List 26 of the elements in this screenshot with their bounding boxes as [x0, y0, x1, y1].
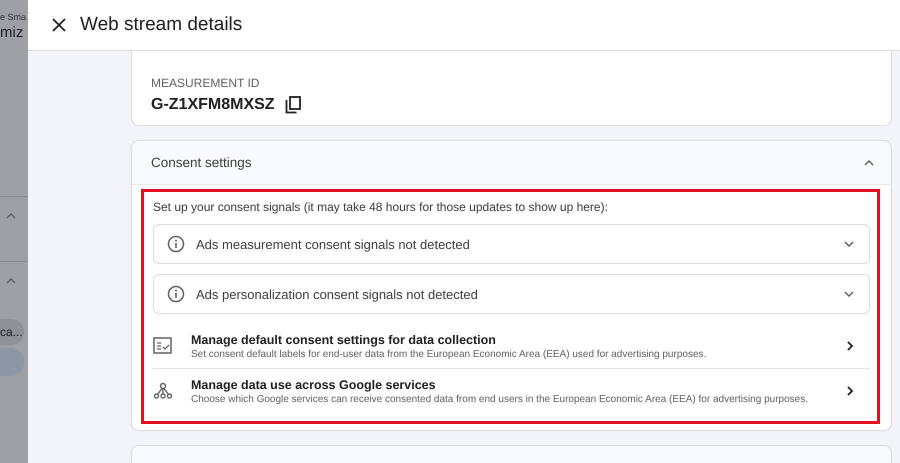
- consent-signal-row[interactable]: Ads personalization consent signals not detected: [153, 274, 870, 314]
- field-label: MEASUREMENT ID: [151, 76, 260, 90]
- link-description: Set consent default labels for end-user data from the European Economic Area (EEA) used for advertising purposes.: [191, 348, 708, 360]
- checklist-icon: [153, 337, 173, 355]
- close-icon: [52, 18, 66, 32]
- settings-link-row[interactable]: Manage data use across Google services Choose which Google services can receive consented data from end users in the European Economic Area (EEA) for advertising purposes.: [153, 369, 870, 413]
- consent-header[interactable]: Consent settings: [132, 141, 891, 185]
- nav-item[interactable]: ca...: [0, 319, 24, 345]
- settings-link-row[interactable]: Manage default consent settings for data collection Set consent default labels for end-user data from the European Economic Area (EEA) used for advertising purposes.: [153, 324, 870, 369]
- page-title: miz: [0, 24, 24, 41]
- section-title: Consent settings: [151, 155, 253, 170]
- copy-icon[interactable]: [284, 96, 301, 114]
- signal-label: Ads measurement consent signals not detected: [196, 236, 471, 252]
- link-title: Manage default consent settings for data collection: [191, 332, 497, 346]
- consent-signal-row[interactable]: Ads measurement consent signals not detected: [153, 224, 870, 264]
- page-text: e Sma: [0, 12, 26, 22]
- measurement-id: G-Z1XFM8MXSZ: [151, 96, 275, 114]
- link-title: Manage data use across Google services: [191, 378, 437, 392]
- intro-text: Set up your consent signals (it may take 48 hours for those updates to show up here):: [153, 200, 609, 214]
- signal-label: Ads personalization consent signals not detected: [196, 286, 479, 302]
- panel-title: Web stream details: [80, 14, 242, 36]
- hierarchy-icon: [153, 382, 173, 400]
- info-icon: [166, 234, 186, 254]
- close-button[interactable]: [52, 18, 66, 32]
- info-icon: [166, 284, 186, 304]
- link-description: Choose which Google services can receive consented data from end users in the European Economic Area (EEA) for advertising purposes.: [191, 394, 809, 404]
